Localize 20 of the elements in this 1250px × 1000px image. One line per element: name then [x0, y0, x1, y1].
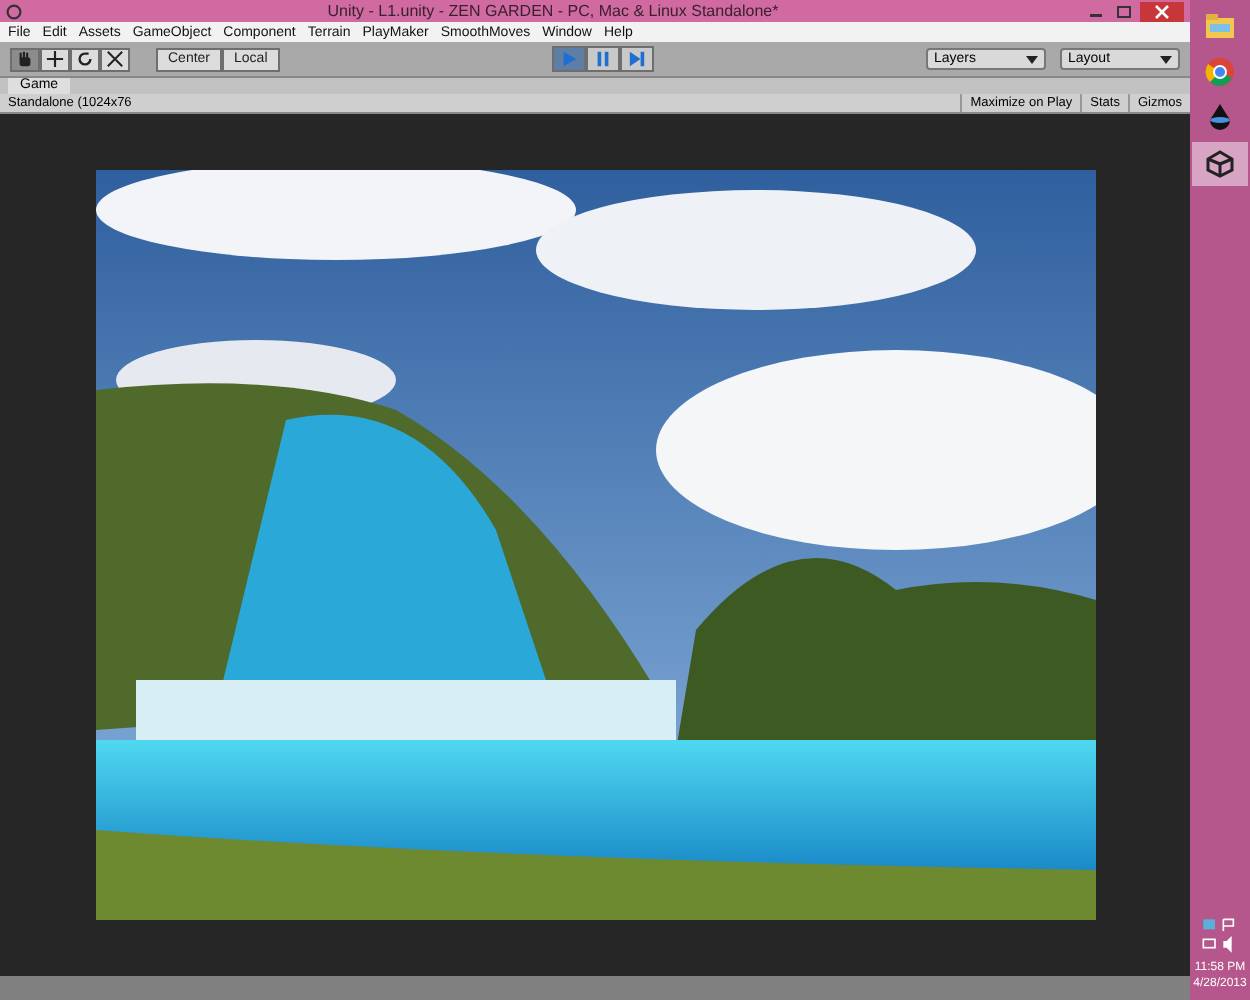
close-icon[interactable]: [1140, 1, 1184, 21]
window-title: Unity - L1.unity - ZEN GARDEN - PC, Mac & Linux Standalone*: [325, 2, 781, 20]
move-tool-button[interactable]: [40, 47, 70, 71]
play-icon: [559, 50, 578, 68]
hand-tool-button[interactable]: [10, 47, 40, 71]
hand-icon: [16, 50, 34, 68]
rotate-icon: [76, 50, 94, 68]
cube-logo-icon[interactable]: [1192, 142, 1248, 186]
scale-tool-button[interactable]: [100, 47, 130, 71]
step-button[interactable]: [619, 46, 654, 72]
caret-icon: [1026, 55, 1038, 63]
step-icon: [627, 50, 646, 68]
scale-icon: [106, 50, 124, 68]
cross-arrows-icon: [46, 50, 64, 68]
pause-icon: [593, 50, 612, 68]
rotate-tool-button[interactable]: [70, 47, 100, 71]
caret-icon: [1160, 55, 1172, 63]
tray-icons-drawing: [1200, 916, 1240, 956]
pause-button[interactable]: [585, 46, 620, 72]
maximize-icon[interactable]: [1112, 3, 1136, 19]
